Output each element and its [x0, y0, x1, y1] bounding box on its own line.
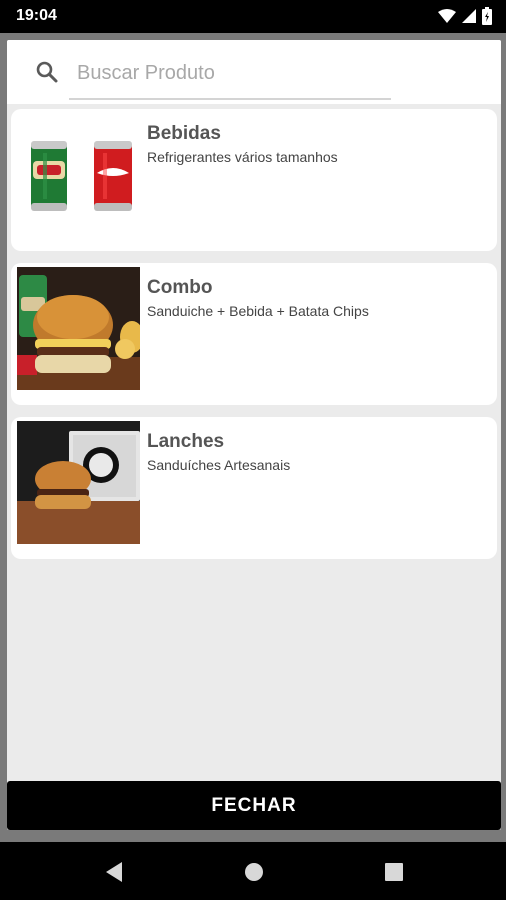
- search-bar: [7, 40, 501, 104]
- back-icon[interactable]: [100, 858, 128, 886]
- soda-cans-image: [17, 113, 140, 236]
- navigation-bar: [0, 842, 506, 900]
- category-panel: Bebidas Refrigerantes vários tamanhos Co…: [7, 40, 501, 830]
- battery-icon: [482, 7, 492, 25]
- category-title: Bebidas: [147, 123, 221, 144]
- close-button[interactable]: FECHAR: [7, 781, 501, 830]
- category-card-bebidas[interactable]: Bebidas Refrigerantes vários tamanhos: [11, 109, 497, 251]
- category-subtitle: Sanduiche + Bebida + Batata Chips: [147, 303, 369, 319]
- search-input[interactable]: [75, 54, 459, 92]
- category-subtitle: Sanduíches Artesanais: [147, 457, 291, 473]
- wifi-icon: [438, 9, 456, 23]
- burger-image: [17, 421, 140, 544]
- category-card-lanches[interactable]: Lanches Sanduíches Artesanais: [11, 417, 497, 559]
- burger-combo-image: [17, 267, 140, 390]
- status-time: 19:04: [16, 7, 57, 24]
- search-underline: [69, 98, 391, 100]
- category-subtitle: Refrigerantes vários tamanhos: [147, 149, 338, 165]
- home-icon[interactable]: [240, 858, 268, 886]
- recents-icon[interactable]: [380, 858, 408, 886]
- status-icons: [438, 6, 492, 26]
- signal-icon: [462, 9, 476, 23]
- category-title: Combo: [147, 277, 213, 298]
- category-title: Lanches: [147, 431, 225, 452]
- category-card-combo[interactable]: Combo Sanduiche + Bebida + Batata Chips: [11, 263, 497, 405]
- status-bar: 19:04: [0, 0, 506, 33]
- search-icon[interactable]: [35, 60, 59, 84]
